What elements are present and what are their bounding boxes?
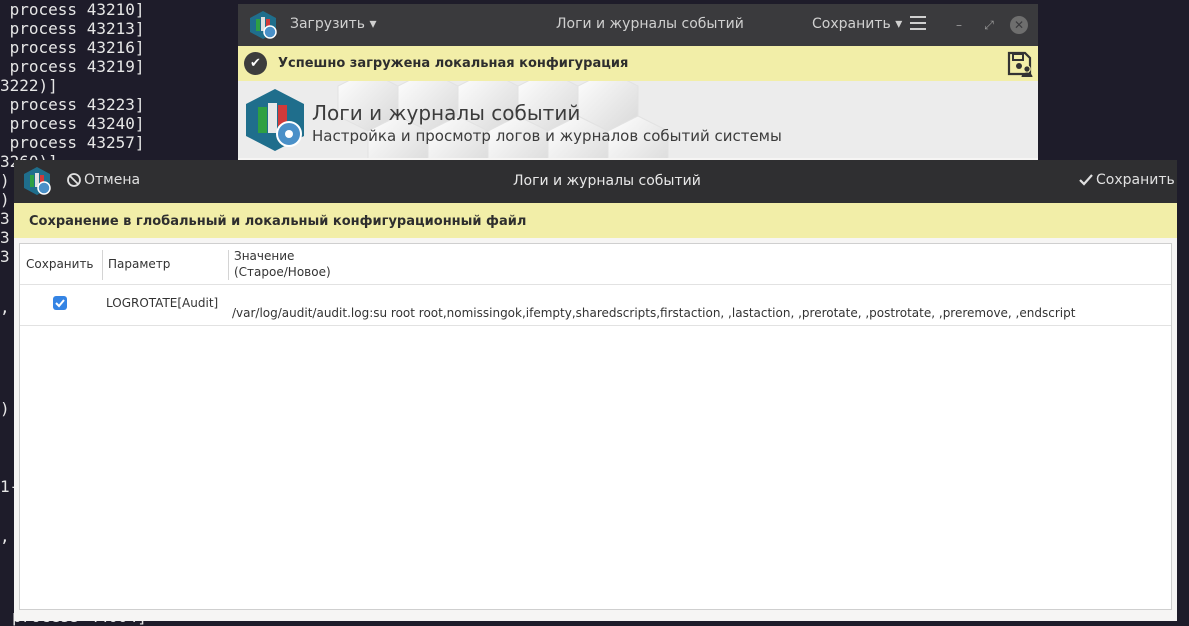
column-header-value[interactable]: Значение (Старое/Новое) [234, 248, 331, 288]
terminal-line: 3 [0, 209, 10, 228]
terminal-line: , [0, 298, 10, 317]
terminal-line: process 43213] [0, 19, 145, 38]
terminal-line: process 43257] [0, 133, 145, 152]
save-dialog: Отмена Логи и журналы событий Сохранить … [14, 160, 1177, 621]
load-menu-label: Загрузить [290, 16, 366, 32]
terminal-line: process 43223] [0, 95, 145, 114]
chevron-down-icon: ▾ [369, 16, 377, 32]
cancel-icon [67, 173, 81, 187]
save-menu-button[interactable]: Сохранить ▾ [812, 16, 902, 32]
save-menu-label: Сохранить [812, 16, 891, 32]
terminal-line: , [0, 527, 10, 546]
terminal-line: process 43210] [0, 0, 145, 19]
load-menu-button[interactable]: Загрузить ▾ [290, 16, 377, 32]
hamburger-menu-icon[interactable] [910, 16, 926, 30]
terminal-line: ) [0, 190, 10, 209]
terminal-line: 3 [0, 247, 10, 266]
close-icon[interactable]: ✕ [1010, 16, 1028, 34]
check-circle-icon: ✔ [244, 52, 267, 75]
minimize-icon[interactable]: – [950, 16, 968, 34]
terminal-line: process 43216] [0, 38, 145, 57]
column-separator[interactable] [102, 250, 103, 280]
save-button[interactable]: Сохранить [1078, 172, 1175, 188]
terminal-line: process 43240] [0, 114, 145, 133]
dialog-info-bar: Сохранение в глобальный и локальный конф… [14, 203, 1177, 238]
app-logo-icon [250, 11, 277, 39]
app-banner-logo-icon [246, 89, 304, 151]
save-user-icon[interactable] [1006, 50, 1034, 78]
cancel-label: Отмена [84, 172, 141, 188]
main-window-header: Загрузить ▾ Логи и журналы событий Сохра… [238, 4, 1038, 46]
checkmark-icon [1079, 174, 1093, 186]
chevron-down-icon: ▾ [895, 16, 903, 32]
app-logo-icon [24, 167, 51, 195]
column-header-value-line2: (Старое/Новое) [234, 265, 331, 279]
cancel-button[interactable]: Отмена [66, 172, 140, 188]
column-separator[interactable] [228, 250, 229, 280]
app-banner: Логи и журналы событий Настройка и просм… [238, 81, 1038, 158]
terminal-line: ) [0, 171, 10, 190]
window-title: Логи и журналы событий [556, 16, 744, 32]
banner-subtitle: Настройка и просмотр логов и журналов со… [312, 127, 782, 145]
info-bar-text: Успешно загружена локальная конфигурация [278, 56, 629, 71]
terminal-line: 3222)] [0, 76, 58, 95]
terminal-line: ) [0, 399, 10, 418]
dialog-header: Отмена Логи и журналы событий Сохранить [14, 160, 1177, 203]
dialog-info-text: Сохранение в глобальный и локальный конф… [29, 214, 527, 229]
maximize-icon[interactable]: ⤢ [980, 16, 998, 34]
value-cell: /var/log/audit/audit.log:su root root,no… [232, 306, 1076, 320]
save-label: Сохранить [1096, 172, 1175, 188]
changes-table: Сохранить Параметр Значение (Старое/Ново… [19, 243, 1172, 610]
table-row[interactable]: LOGROTATE[Audit] /var/log/audit/audit.lo… [20, 285, 1171, 326]
save-checkbox[interactable] [53, 296, 67, 310]
info-bar: ✔ Успешно загружена локальная конфигурац… [238, 46, 1038, 81]
banner-title: Логи и журналы событий [312, 101, 581, 125]
param-cell: LOGROTATE[Audit] [106, 296, 219, 310]
column-header-value-line1: Значение [234, 249, 295, 263]
terminal-line: process 43219] [0, 57, 145, 76]
checkmark-icon [55, 299, 65, 308]
terminal-line: 3 [0, 228, 10, 247]
dialog-title: Логи и журналы событий [513, 173, 701, 189]
